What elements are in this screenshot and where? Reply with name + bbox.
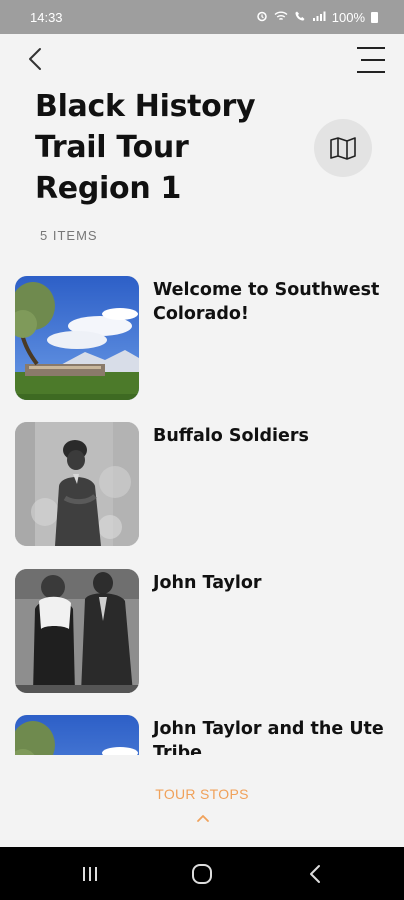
call-icon [294, 10, 306, 25]
tour-list: Welcome to Southwest Colorado! Buffalo S… [0, 274, 404, 755]
recents-button[interactable] [78, 862, 102, 886]
back-button[interactable] [20, 44, 50, 74]
nav-back-button[interactable] [304, 862, 328, 886]
wifi-icon [274, 10, 288, 25]
back-arrow-icon [310, 865, 320, 883]
list-item[interactable]: Welcome to Southwest Colorado! [0, 276, 404, 400]
recents-icon [83, 867, 97, 881]
item-title: John Taylor and the Ute Tribe [153, 719, 384, 755]
system-nav-bar [0, 847, 404, 900]
folded-map-icon [330, 137, 356, 160]
item-title: John Taylor [153, 573, 262, 593]
app-screen: Black History Trail Tour Region 1 5 ITEM… [0, 34, 404, 847]
page-title: Black History Trail Tour Region 1 [35, 89, 256, 206]
chevron-left-icon [29, 48, 41, 70]
historic-couple-portrait-photo [15, 569, 139, 693]
chevron-up-icon[interactable] [195, 808, 211, 822]
item-count: 5 ITEMS [40, 228, 98, 243]
list-item[interactable]: John Taylor and the Ute Tribe [0, 715, 404, 755]
battery-percent: 100% [331, 9, 365, 25]
status-time: 14:33 [30, 9, 63, 25]
alarm-icon [256, 10, 268, 25]
list-item[interactable]: John Taylor [0, 569, 404, 693]
tour-stops-tab[interactable]: TOUR STOPS [0, 786, 404, 802]
status-icons: 100% [256, 10, 378, 25]
home-icon [192, 864, 212, 884]
list-item[interactable]: Buffalo Soldiers [0, 422, 404, 546]
historic-soldier-portrait-photo [15, 422, 139, 546]
map-button[interactable] [314, 119, 372, 177]
mountain-landscape-photo [15, 276, 139, 400]
mountain-landscape-photo [15, 715, 139, 755]
signal-icon [312, 10, 326, 25]
menu-button[interactable] [355, 46, 387, 74]
item-title: Buffalo Soldiers [153, 426, 309, 446]
battery-icon [371, 11, 378, 23]
home-button[interactable] [190, 862, 214, 886]
status-bar: 14:33 100% [0, 0, 404, 34]
hamburger-menu-icon [357, 47, 385, 73]
item-title: Welcome to Southwest Colorado! [153, 280, 380, 324]
